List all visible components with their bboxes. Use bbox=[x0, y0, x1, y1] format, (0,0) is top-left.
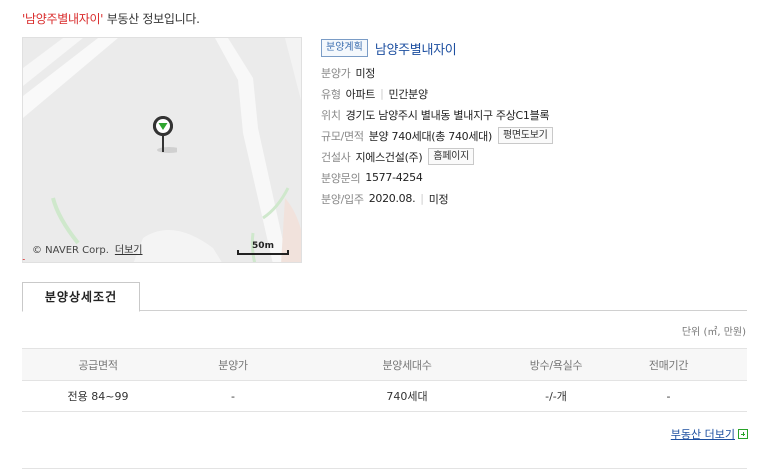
more-link-label[interactable]: 부동산 더보기 bbox=[671, 426, 735, 442]
apartment-info: 분양계획 남양주별내자이 분양가 미정 유형 아파트 | 민간분양 위치 경기도… bbox=[321, 38, 761, 209]
location-pin-icon[interactable] bbox=[149, 112, 177, 154]
size-value: 분양 740세대(총 740세대) bbox=[368, 129, 493, 143]
map-more-link[interactable]: 더보기 bbox=[115, 245, 143, 256]
status-badge: 분양계획 bbox=[321, 39, 368, 57]
inquiry-label: 분양문의 bbox=[321, 171, 361, 185]
bottom-divider bbox=[22, 468, 747, 469]
map-credit-text: © NAVER Corp. bbox=[32, 245, 109, 256]
info-title-row: 분양계획 남양주별내자이 bbox=[321, 38, 761, 58]
column-header: 분양가 bbox=[174, 348, 292, 381]
location-value: 경기도 남양주시 별내동 별내지구 주상C1블록 bbox=[345, 108, 550, 122]
map-scale-line bbox=[237, 250, 289, 255]
type-divider: | bbox=[380, 87, 384, 100]
table-header-row: 공급면적 분양가 분양세대수 방수/욕실수 전매기간 bbox=[22, 348, 747, 381]
inquiry-phone: 1577-4254 bbox=[365, 171, 423, 184]
column-header: 전매기간 bbox=[590, 348, 747, 381]
info-row-builder: 건설사 지에스건설(주) 홈페이지 bbox=[321, 146, 761, 167]
info-row-inquiry: 분양문의 1577-4254 bbox=[321, 167, 761, 188]
tab-sale-conditions[interactable]: 분양상세조건 bbox=[22, 282, 140, 312]
type-sale-kind: 민간분양 bbox=[388, 87, 429, 101]
map-scale-bar: 50m bbox=[237, 241, 289, 255]
column-header: 방수/욕실수 bbox=[522, 348, 590, 381]
sale-conditions-table: 공급면적 분양가 분양세대수 방수/욕실수 전매기간 전용 84~99 - 74… bbox=[22, 348, 747, 412]
builder-value: 지에스건설(주) bbox=[355, 150, 423, 164]
floor-plan-button[interactable]: 평면도보기 bbox=[498, 127, 553, 144]
table-cell: - bbox=[590, 380, 747, 412]
page-headline: '남양주별내자이' 부동산 정보입니다. bbox=[22, 10, 200, 27]
real-estate-more-link[interactable]: 부동산 더보기 bbox=[671, 426, 748, 442]
plus-box-icon[interactable] bbox=[738, 429, 748, 439]
schedule-divider: | bbox=[420, 192, 424, 205]
info-row-price: 분양가 미정 bbox=[321, 62, 761, 83]
size-label: 규모/면적 bbox=[321, 129, 364, 143]
location-label: 위치 bbox=[321, 108, 341, 122]
price-label: 분양가 bbox=[321, 66, 351, 80]
column-header: 분양세대수 bbox=[292, 348, 522, 381]
headline-suffix: 부동산 정보입니다. bbox=[103, 12, 200, 26]
unit-note: 단위 (㎡, 만원) bbox=[681, 327, 746, 338]
type-value: 아파트 bbox=[345, 87, 376, 101]
column-header: 공급면적 bbox=[22, 348, 174, 381]
detail-tab-bar: 분양상세조건 bbox=[22, 282, 747, 312]
builder-label: 건설사 bbox=[321, 150, 351, 164]
schedule-move-in: 미정 bbox=[428, 192, 449, 206]
info-row-schedule: 분양/입주 2020.08. | 미정 bbox=[321, 188, 761, 209]
map-view[interactable]: © NAVER Corp. 더보기 50m bbox=[22, 37, 302, 263]
table-cell: 전용 84~99 bbox=[22, 380, 174, 412]
table-cell: -/-개 bbox=[522, 380, 590, 412]
type-label: 유형 bbox=[321, 87, 341, 101]
schedule-sale-date: 2020.08. bbox=[368, 192, 416, 205]
price-value: 미정 bbox=[355, 66, 376, 80]
map-edge-marker: ⁃ bbox=[22, 256, 26, 264]
table-cell: 740세대 bbox=[292, 380, 522, 412]
apartment-name: 남양주별내자이 bbox=[374, 42, 457, 58]
table-cell: - bbox=[174, 380, 292, 412]
homepage-button[interactable]: 홈페이지 bbox=[428, 148, 474, 165]
schedule-label: 분양/입주 bbox=[321, 192, 364, 206]
headline-apartment-name: '남양주별내자이' bbox=[22, 12, 104, 26]
info-row-location: 위치 경기도 남양주시 별내동 별내지구 주상C1블록 bbox=[321, 104, 761, 125]
info-row-type: 유형 아파트 | 민간분양 bbox=[321, 83, 761, 104]
map-credit: © NAVER Corp. 더보기 bbox=[32, 241, 143, 256]
info-row-size: 규모/면적 분양 740세대(총 740세대) 평면도보기 bbox=[321, 125, 761, 146]
table-row: 전용 84~99 - 740세대 -/-개 - bbox=[22, 380, 747, 412]
